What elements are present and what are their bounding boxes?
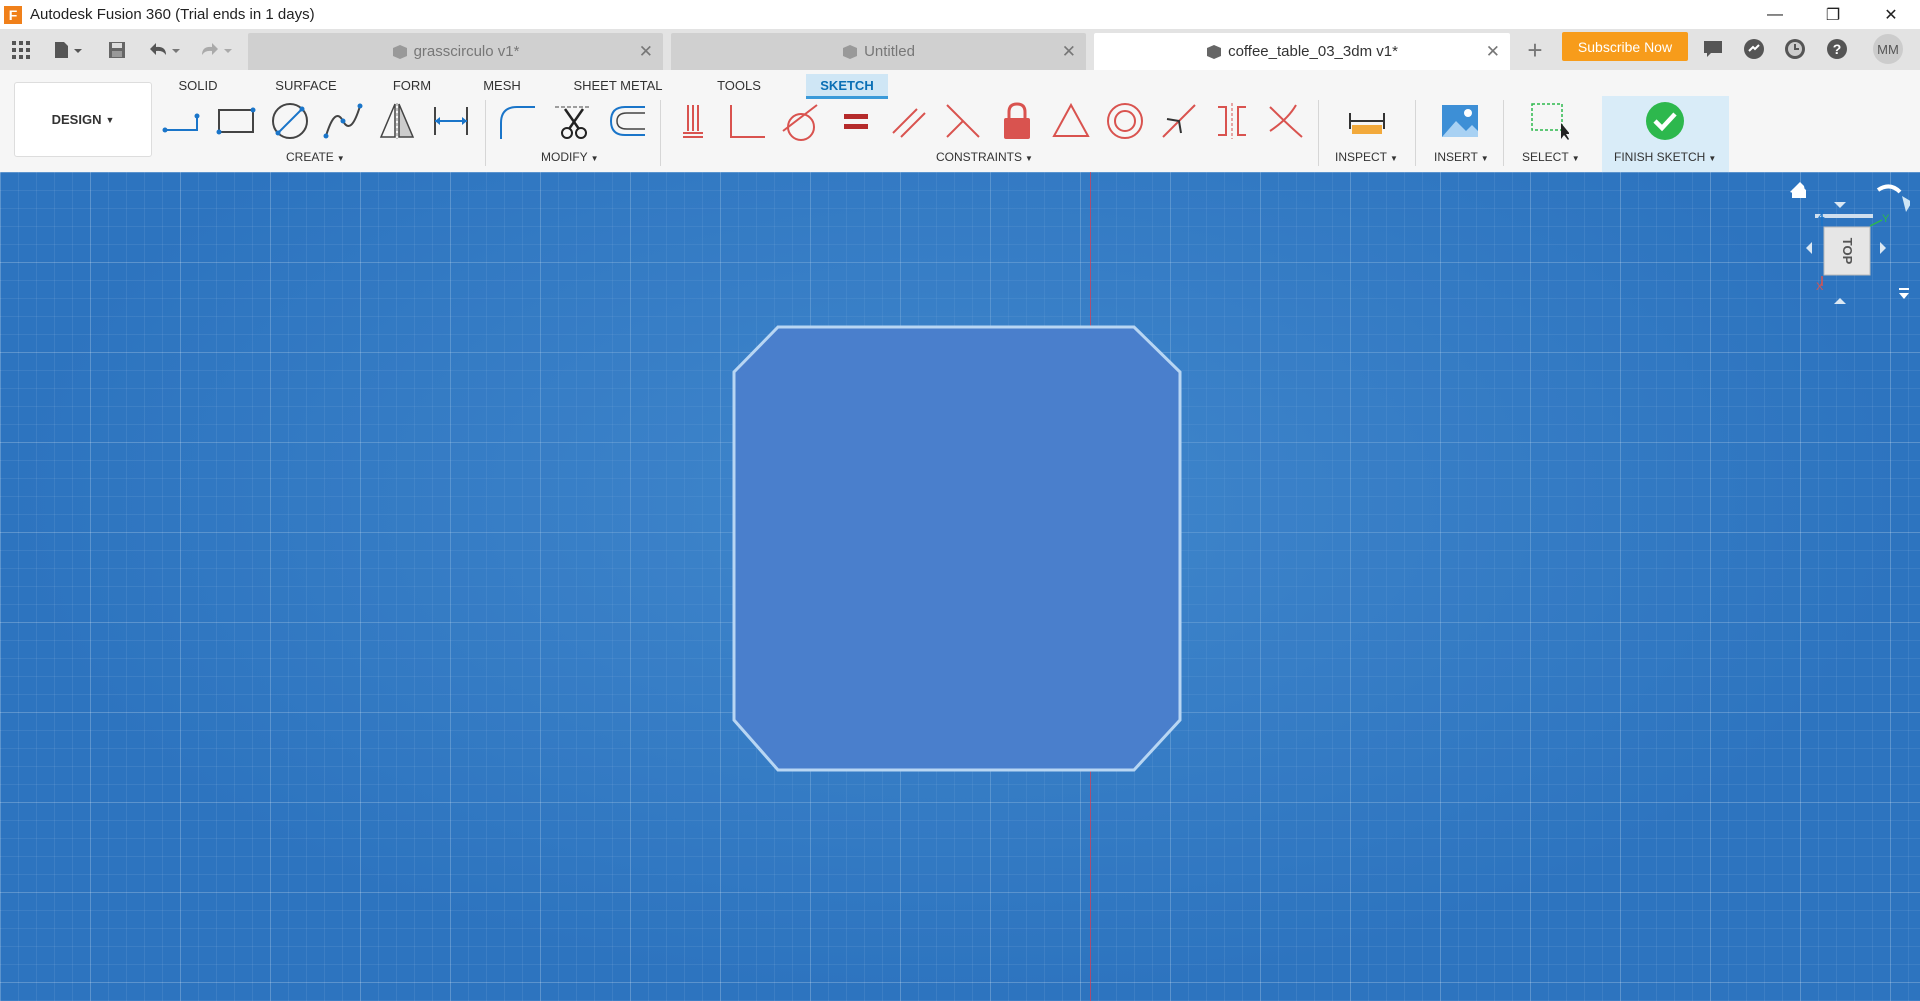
tab-untitled[interactable]: Untitled ✕	[671, 33, 1086, 70]
fusion-logo-icon: F	[4, 5, 22, 24]
apps-grid-icon[interactable]	[6, 29, 36, 70]
chevron-down-icon: ▼	[105, 114, 115, 125]
spline-tool-icon[interactable]	[322, 100, 364, 142]
restore-button[interactable]: ❐	[1804, 0, 1862, 29]
z-axis-label: Z	[1818, 209, 1825, 221]
constraints-menu[interactable]: CONSTRAINTS ▼	[936, 150, 1033, 164]
tab-sheet-metal[interactable]: SHEET METAL	[570, 74, 666, 96]
tab-solid[interactable]: SOLID	[172, 74, 224, 96]
y-axis-label: Y	[1882, 213, 1890, 225]
equal-constraint-icon[interactable]	[835, 100, 877, 142]
tab-form[interactable]: FORM	[386, 74, 438, 96]
midpoint-constraint-icon[interactable]	[1158, 100, 1200, 142]
comments-icon[interactable]	[1698, 32, 1728, 66]
sketch-dimension-tool-icon[interactable]	[430, 100, 472, 142]
sketch-profile[interactable]	[0, 172, 1920, 1001]
save-icon[interactable]	[104, 29, 130, 70]
select-menu[interactable]: SELECT ▼	[1522, 150, 1580, 164]
create-menu[interactable]: CREATE ▼	[286, 150, 345, 164]
close-tab-icon[interactable]: ✕	[639, 42, 653, 62]
sketch-canvas[interactable]: TOP Z X Y	[0, 172, 1920, 1001]
tab-grasscirculo[interactable]: grasscirculo v1* ✕	[248, 33, 663, 70]
fillet-tool-icon[interactable]	[496, 100, 538, 142]
minimize-button[interactable]: —	[1746, 0, 1804, 29]
toolbar-separator	[1503, 100, 1504, 166]
file-menu-icon[interactable]	[48, 29, 88, 70]
toolbar-separator	[485, 100, 486, 166]
workspace-label: DESIGN	[51, 112, 102, 127]
title-bar: F Autodesk Fusion 360 (Trial ends in 1 d…	[0, 0, 1920, 29]
tab-label: coffee_table_03_3dm v1*	[1228, 43, 1398, 60]
finish-sketch-menu[interactable]: FINISH SKETCH ▼	[1614, 150, 1716, 164]
tab-tools[interactable]: TOOLS	[710, 74, 768, 96]
user-avatar[interactable]: MM	[1873, 34, 1903, 64]
close-tab-icon[interactable]: ✕	[1486, 42, 1500, 62]
view-cube-face-label: TOP	[1840, 238, 1855, 265]
toolbar-separator	[1415, 100, 1416, 166]
rectangle-tool-icon[interactable]	[215, 100, 257, 142]
symmetry-triangle-icon[interactable]	[1050, 100, 1092, 142]
line-tool-icon[interactable]	[160, 100, 202, 142]
modify-menu[interactable]: MODIFY ▼	[541, 150, 599, 164]
fix-lock-icon[interactable]	[996, 100, 1038, 142]
tab-coffee-table[interactable]: coffee_table_03_3dm v1* ✕	[1094, 33, 1510, 70]
parallel-constraint-icon[interactable]	[888, 100, 930, 142]
offset-tool-icon[interactable]	[606, 100, 648, 142]
workspace-switcher-button[interactable]: DESIGN ▼	[14, 82, 152, 157]
svg-text:?: ?	[1833, 41, 1842, 57]
collinear-constraint-icon[interactable]	[942, 100, 984, 142]
tangent-constraint-icon[interactable]	[780, 100, 822, 142]
toolbar-separator	[1318, 100, 1319, 166]
perpendicular-constraint-icon[interactable]	[726, 100, 768, 142]
circle-tool-icon[interactable]	[269, 100, 311, 142]
document-cube-icon	[392, 44, 408, 60]
subscribe-button[interactable]: Subscribe Now	[1562, 32, 1688, 61]
inspect-menu[interactable]: INSPECT ▼	[1335, 150, 1398, 164]
tab-label: Untitled	[864, 43, 915, 60]
mirror-tool-icon[interactable]	[376, 100, 418, 142]
ribbon-toolbar: DESIGN ▼ SOLID SURFACE FORM MESH SHEET M…	[0, 70, 1920, 173]
x-axis-label: X	[1816, 281, 1824, 293]
coincident-constraint-icon[interactable]	[672, 100, 714, 142]
document-cube-icon	[842, 44, 858, 60]
trim-tool-icon[interactable]	[552, 100, 594, 142]
job-status-icon[interactable]	[1739, 32, 1769, 66]
tab-label: grasscirculo v1*	[413, 43, 520, 60]
measure-ruler-icon[interactable]	[1346, 100, 1388, 142]
curvature-constraint-icon[interactable]	[1265, 100, 1307, 142]
view-cube[interactable]: TOP Z X Y	[1790, 182, 1912, 312]
close-window-button[interactable]: ✕	[1862, 0, 1920, 29]
new-tab-button[interactable]: +	[1518, 33, 1552, 67]
help-icon[interactable]: ?	[1822, 32, 1852, 66]
toolbar-separator	[660, 100, 661, 166]
insert-image-icon[interactable]	[1439, 100, 1481, 142]
symmetry-constraint-icon[interactable]	[1211, 100, 1253, 142]
close-tab-icon[interactable]: ✕	[1062, 42, 1076, 62]
tab-sketch[interactable]: SKETCH	[806, 74, 888, 99]
tab-mesh[interactable]: MESH	[478, 74, 526, 96]
window-title: Autodesk Fusion 360 (Trial ends in 1 day…	[30, 6, 315, 23]
redo-icon[interactable]	[196, 29, 236, 70]
window-select-icon[interactable]	[1528, 100, 1570, 142]
concentric-constraint-icon[interactable]	[1104, 100, 1146, 142]
finish-sketch-check-icon[interactable]	[1644, 100, 1686, 142]
undo-icon[interactable]	[144, 29, 184, 70]
insert-menu[interactable]: INSERT ▼	[1434, 150, 1489, 164]
document-tab-bar: grasscirculo v1* ✕ Untitled ✕ coffee_tab…	[0, 29, 1920, 70]
clock-icon[interactable]	[1780, 32, 1810, 66]
tab-surface[interactable]: SURFACE	[270, 74, 342, 96]
document-cube-icon	[1206, 44, 1222, 60]
